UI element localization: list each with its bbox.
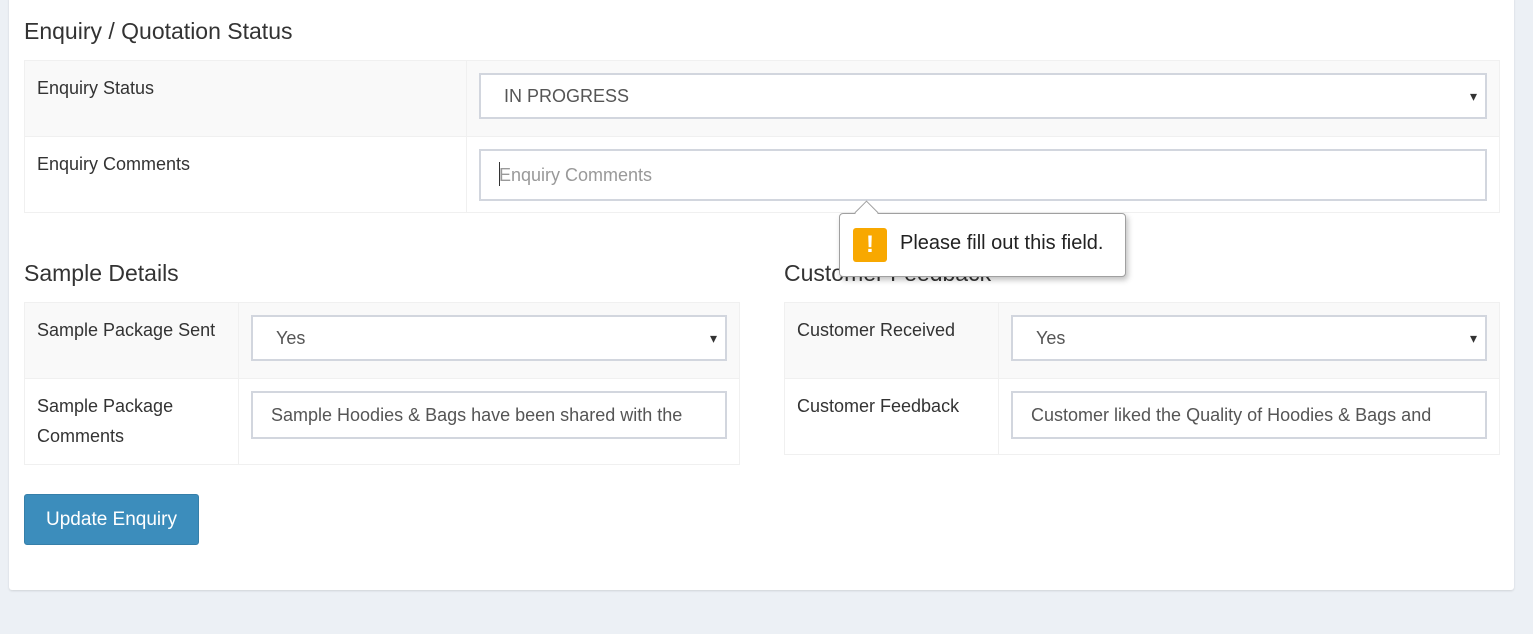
enquiry-status-select[interactable]: IN PROGRESS ▾ bbox=[479, 73, 1487, 119]
customer-feedback-table: Customer Received Yes ▾ Customer Feedbac… bbox=[784, 302, 1500, 455]
sample-sent-value: Yes bbox=[276, 328, 306, 348]
enquiry-comments-input[interactable]: Enquiry Comments bbox=[479, 149, 1487, 201]
sample-comments-value: Sample Hoodies & Bags have been shared w… bbox=[271, 405, 683, 425]
customer-received-label: Customer Received bbox=[784, 302, 999, 379]
sample-comments-input[interactable]: Sample Hoodies & Bags have been shared w… bbox=[251, 391, 727, 439]
warning-icon: ! bbox=[853, 228, 887, 262]
update-enquiry-button[interactable]: Update Enquiry bbox=[24, 494, 199, 545]
text-cursor bbox=[499, 162, 500, 187]
chevron-down-icon: ▾ bbox=[709, 330, 717, 346]
enquiry-status-table: Enquiry Status IN PROGRESS ▾ Enquiry Com… bbox=[24, 60, 1500, 213]
sample-section-title: Sample Details bbox=[24, 260, 179, 286]
sample-sent-label: Sample Package Sent bbox=[24, 302, 239, 379]
enquiry-section-title: Enquiry / Quotation Status bbox=[24, 18, 293, 44]
enquiry-status-value: IN PROGRESS bbox=[504, 86, 630, 106]
chevron-down-icon: ▾ bbox=[1469, 330, 1477, 346]
customer-feedback-value: Customer liked the Quality of Hoodies & … bbox=[1031, 405, 1432, 425]
tooltip-message: Please fill out this field. bbox=[900, 232, 1104, 254]
customer-feedback-label: Customer Feedback bbox=[784, 378, 999, 455]
sample-sent-select[interactable]: Yes ▾ bbox=[251, 315, 727, 361]
enquiry-comments-label: Enquiry Comments bbox=[24, 136, 467, 213]
chevron-down-icon: ▾ bbox=[1469, 88, 1477, 104]
scrollbar-track[interactable] bbox=[1520, 0, 1533, 634]
sample-details-table: Sample Package Sent Yes ▾ Sample Package… bbox=[24, 302, 740, 465]
sample-comments-label: Sample Package Comments bbox=[24, 378, 239, 465]
enquiry-status-label: Enquiry Status bbox=[24, 60, 467, 137]
customer-received-value: Yes bbox=[1036, 328, 1066, 348]
validation-tooltip: ! Please fill out this field. bbox=[839, 200, 1126, 277]
customer-feedback-input[interactable]: Customer liked the Quality of Hoodies & … bbox=[1011, 391, 1487, 439]
customer-received-select[interactable]: Yes ▾ bbox=[1011, 315, 1487, 361]
enquiry-comments-placeholder: Enquiry Comments bbox=[499, 165, 653, 185]
